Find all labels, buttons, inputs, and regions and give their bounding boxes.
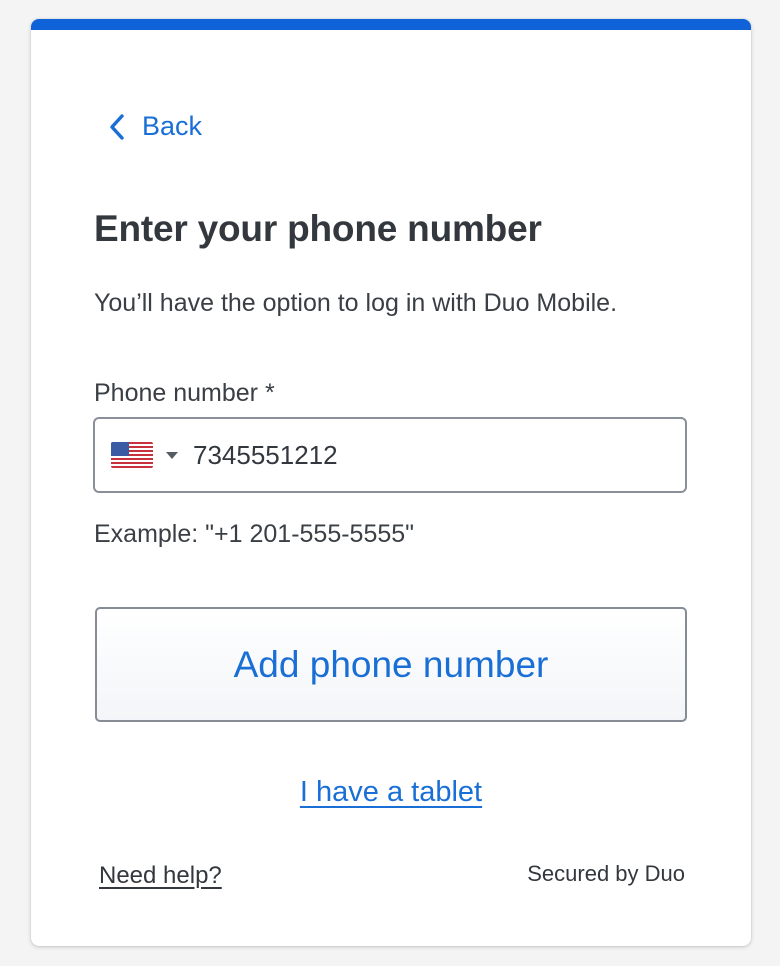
phone-number-input[interactable] bbox=[193, 439, 633, 471]
secured-by-duo-label: Secured by Duo bbox=[527, 861, 685, 886]
need-help-link[interactable]: Need help? bbox=[99, 862, 222, 890]
caret-down-icon bbox=[165, 450, 179, 460]
accent-bar bbox=[31, 19, 751, 30]
phone-input-wrapper bbox=[93, 417, 687, 493]
i-have-a-tablet-link[interactable]: I have a tablet bbox=[300, 776, 482, 808]
page-title: Enter your phone number bbox=[94, 208, 542, 249]
phone-number-label: Phone number * bbox=[94, 379, 275, 407]
tablet-link-container: I have a tablet bbox=[31, 776, 751, 809]
enrollment-card: Back Enter your phone number You’ll have… bbox=[31, 19, 751, 946]
country-selector[interactable] bbox=[95, 419, 179, 491]
back-button[interactable]: Back bbox=[106, 111, 202, 142]
page-description: You’ll have the option to log in with Du… bbox=[94, 289, 618, 317]
us-flag-icon bbox=[111, 442, 153, 468]
chevron-left-icon bbox=[106, 112, 128, 142]
back-label: Back bbox=[142, 111, 203, 141]
phone-example-hint: Example: "+1 201-555-5555" bbox=[94, 520, 415, 548]
add-phone-number-button[interactable]: Add phone number bbox=[95, 607, 687, 722]
